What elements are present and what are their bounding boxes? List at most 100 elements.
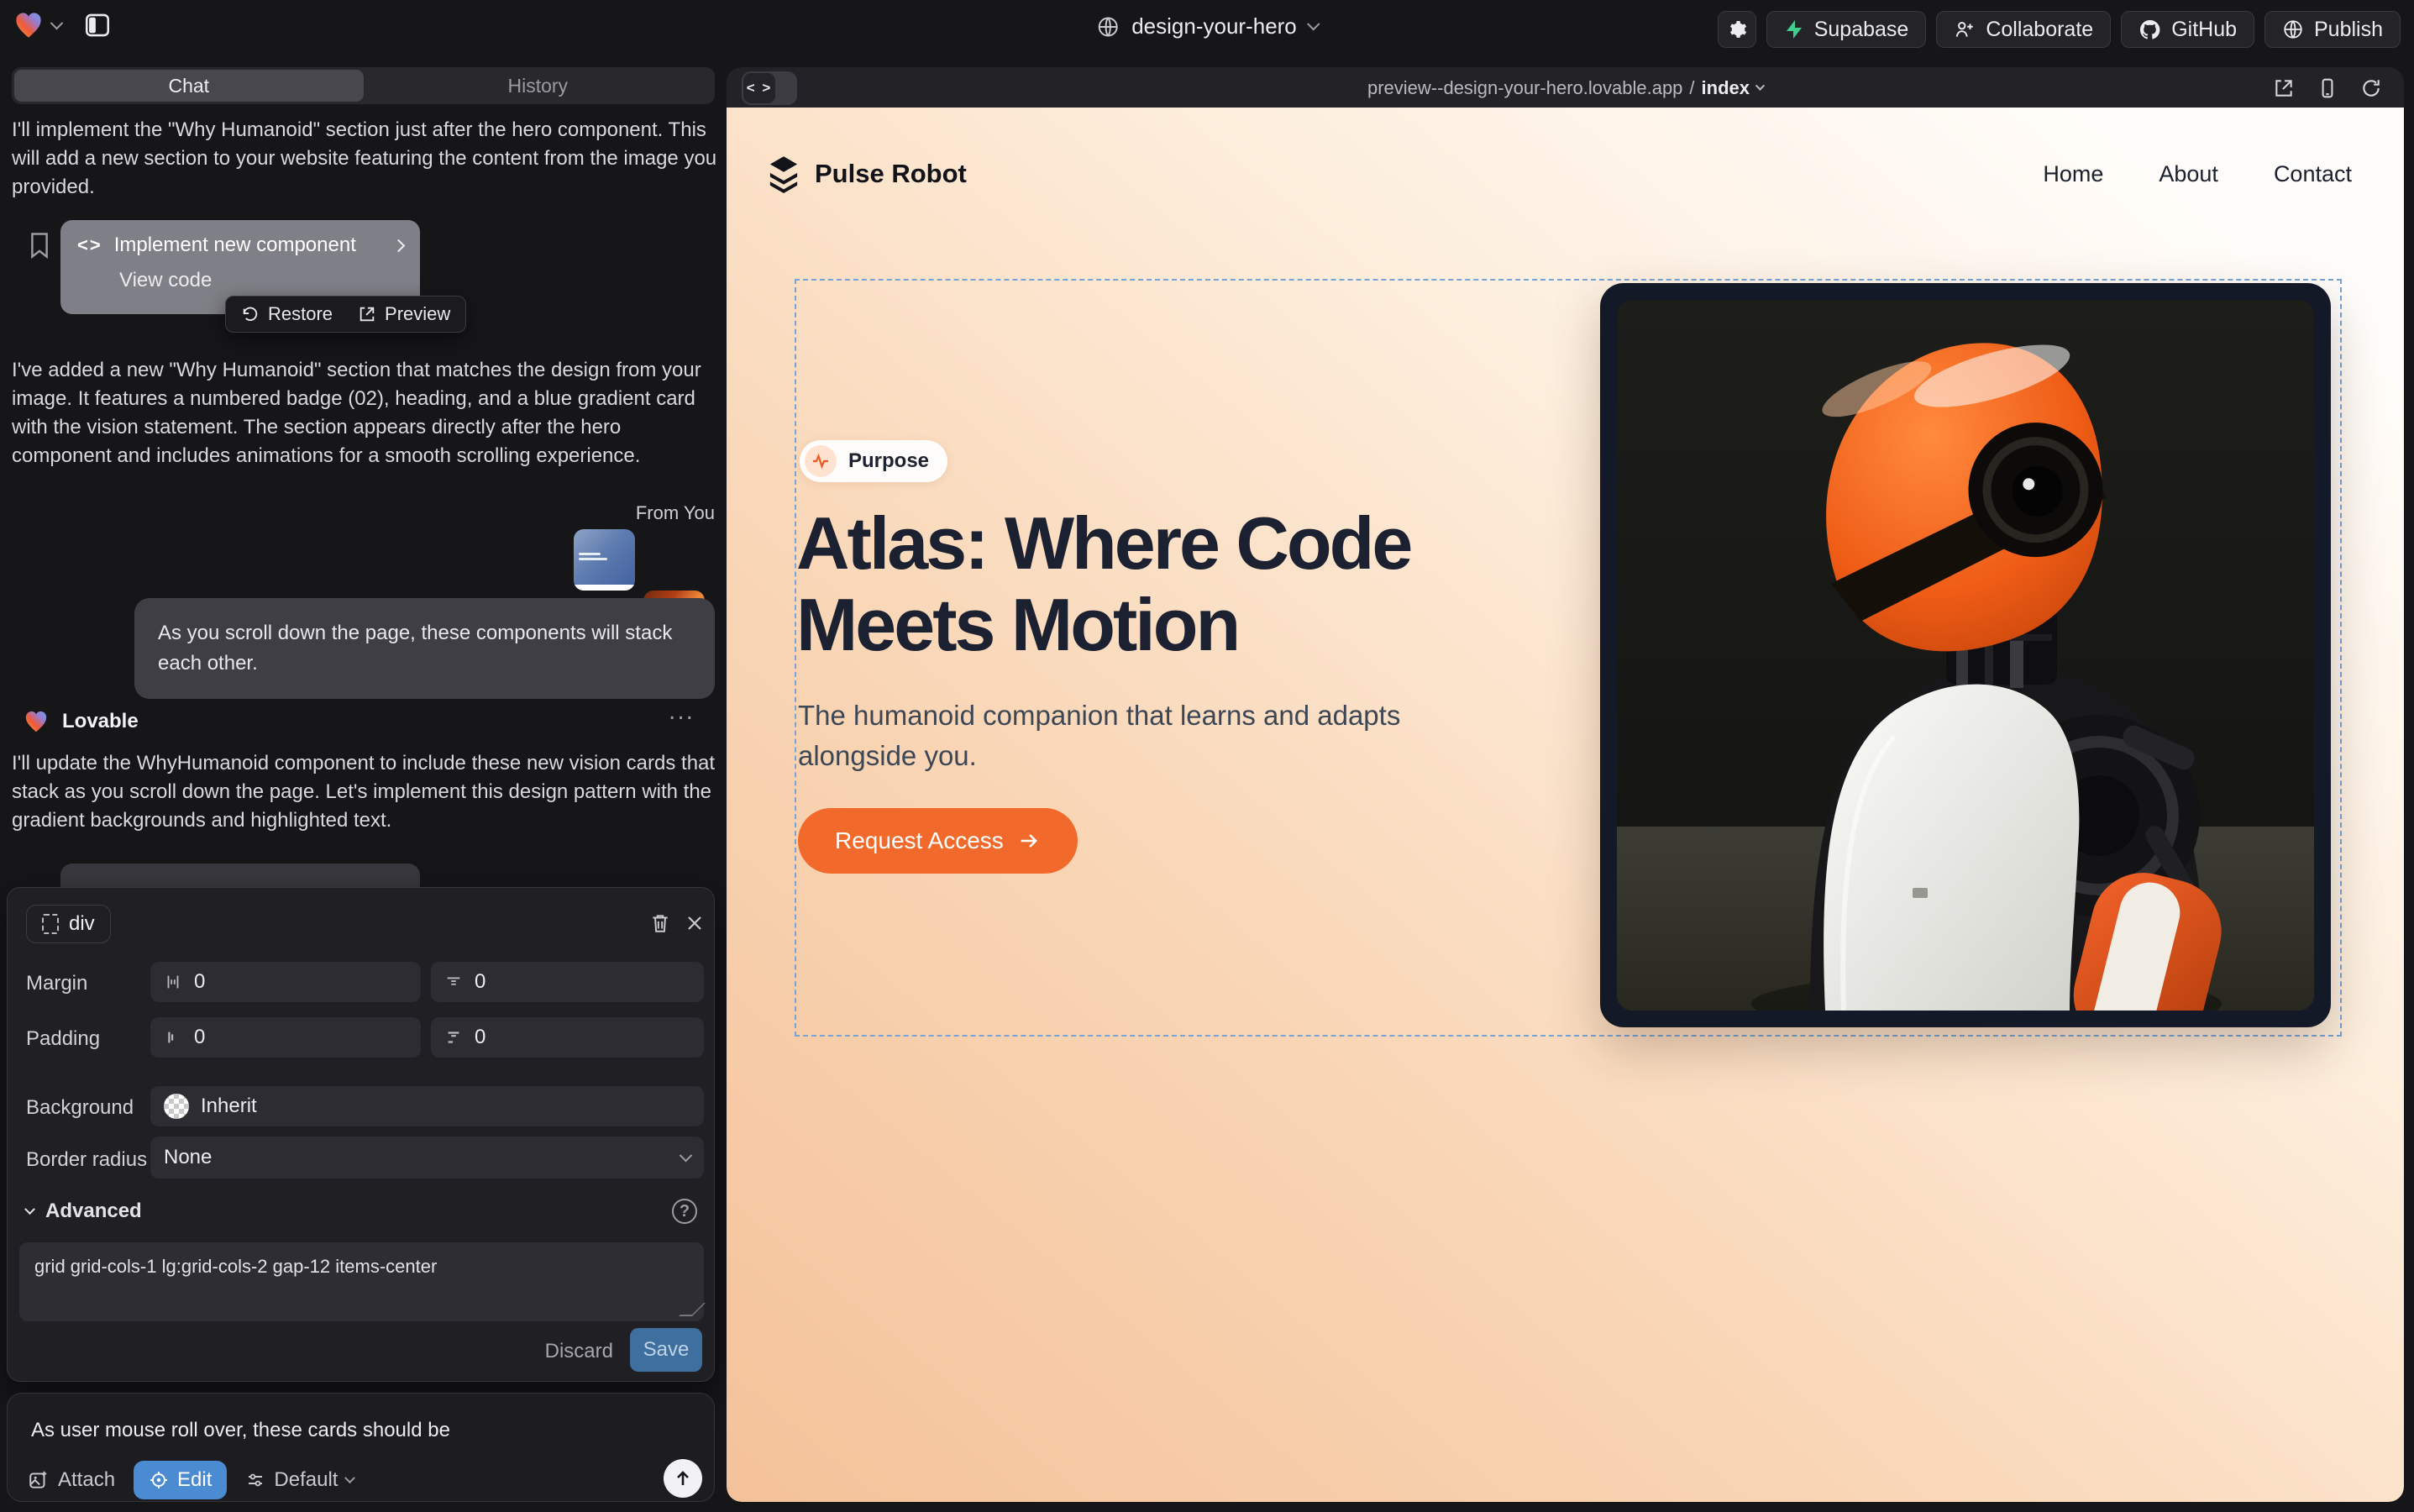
- bookmark-icon[interactable]: [29, 232, 50, 259]
- pulse-robot-logo-icon: [766, 155, 801, 193]
- request-access-button[interactable]: Request Access: [798, 808, 1078, 874]
- margin-y-value: 0: [475, 970, 485, 994]
- assistant-message-1: I'll implement the "Why Humanoid" sectio…: [12, 116, 719, 202]
- github-button[interactable]: GitHub: [2121, 11, 2254, 48]
- border-radius-label: Border radius: [26, 1148, 147, 1172]
- refresh-icon[interactable]: [2360, 77, 2382, 99]
- request-access-label: Request Access: [835, 827, 1004, 854]
- dashed-element-icon: [42, 914, 59, 934]
- project-name: design-your-hero: [1131, 13, 1297, 39]
- padding-vertical-icon: [444, 1028, 463, 1047]
- tailwind-classes-textarea[interactable]: grid grid-cols-1 lg:grid-cols-2 gap-12 i…: [19, 1242, 704, 1321]
- assistant-header: Lovable: [24, 709, 139, 734]
- robot-image: [1617, 300, 2314, 1011]
- publish-globe-icon: [2282, 18, 2304, 40]
- trash-icon[interactable]: [649, 911, 671, 935]
- send-button[interactable]: [664, 1459, 702, 1498]
- close-icon[interactable]: [685, 913, 705, 933]
- attachment-thumbnail-blue[interactable]: [574, 529, 635, 591]
- transparency-swatch-icon: [164, 1094, 189, 1119]
- padding-y-field[interactable]: 0: [431, 1017, 704, 1058]
- sidebar-toggle-icon[interactable]: [83, 11, 112, 39]
- model-selector[interactable]: Default: [245, 1468, 354, 1492]
- restore-button[interactable]: Restore: [241, 303, 333, 325]
- nav-contact[interactable]: Contact: [2274, 161, 2352, 187]
- padding-horizontal-icon: [164, 1028, 182, 1047]
- assistant-message-2: I've added a new "Why Humanoid" section …: [12, 356, 719, 470]
- site-nav: Home About Contact: [2043, 161, 2352, 187]
- preview-url-separator: /: [1689, 77, 1694, 99]
- publish-label: Publish: [2314, 18, 2383, 42]
- view-code-link[interactable]: View code: [119, 269, 403, 292]
- border-radius-select[interactable]: None: [150, 1137, 704, 1179]
- mobile-view-icon[interactable]: [2317, 77, 2338, 99]
- edit-mode-button[interactable]: Edit: [134, 1461, 227, 1499]
- padding-y-value: 0: [475, 1026, 485, 1049]
- margin-y-field[interactable]: 0: [431, 962, 704, 1002]
- lovable-app: design-your-hero Supabase Collaborate Gi…: [0, 0, 2414, 1512]
- selected-element-chip[interactable]: div: [26, 905, 111, 943]
- project-switcher[interactable]: design-your-hero: [1096, 13, 1318, 39]
- collaborate-button[interactable]: Collaborate: [1936, 11, 2111, 48]
- sliders-icon: [245, 1470, 265, 1490]
- preview-button[interactable]: Preview: [358, 303, 450, 325]
- topbar-actions: Supabase Collaborate GitHub Publish: [1718, 11, 2401, 48]
- user-plus-icon: [1954, 18, 1976, 40]
- advanced-section-toggle[interactable]: Advanced ?: [26, 1199, 697, 1224]
- open-external-icon[interactable]: [2273, 77, 2295, 99]
- preview-url[interactable]: preview--design-your-hero.lovable.app / …: [1367, 77, 1763, 99]
- settings-button[interactable]: [1718, 11, 1756, 48]
- workspace-chevron-icon[interactable]: [50, 16, 64, 29]
- element-inspector-panel: div Margin 0 0 Padding 0 0 Background: [7, 887, 715, 1382]
- purpose-badge: Purpose: [800, 440, 947, 482]
- margin-x-field[interactable]: 0: [150, 962, 421, 1002]
- supabase-icon: [1784, 18, 1804, 40]
- preview-toolbar: < > preview--design-your-hero.lovable.ap…: [727, 67, 2404, 108]
- preview-panel: < > preview--design-your-hero.lovable.ap…: [727, 67, 2404, 1502]
- margin-vertical-icon: [444, 973, 463, 991]
- code-view-toggle[interactable]: < >: [742, 71, 797, 105]
- mode-chevron-icon: [345, 1473, 356, 1483]
- arrow-up-icon: [673, 1468, 693, 1488]
- help-icon[interactable]: ?: [672, 1199, 697, 1224]
- margin-horizontal-icon: [164, 973, 182, 991]
- background-label: Background: [26, 1096, 134, 1120]
- lovable-logo-icon[interactable]: [13, 10, 44, 40]
- resize-handle[interactable]: [679, 1303, 706, 1316]
- message-menu-button[interactable]: ...: [669, 697, 695, 726]
- nav-about[interactable]: About: [2159, 161, 2218, 187]
- preview-label: Preview: [385, 303, 450, 325]
- attach-button[interactable]: Attach: [28, 1468, 115, 1492]
- assistant-name: Lovable: [62, 710, 139, 733]
- tab-chat[interactable]: Chat: [14, 70, 364, 102]
- supabase-button[interactable]: Supabase: [1766, 11, 1927, 48]
- preview-url-page: index: [1702, 77, 1750, 99]
- background-value: Inherit: [201, 1095, 257, 1118]
- lovable-heart-icon: [24, 709, 49, 734]
- project-chevron-icon: [1307, 18, 1320, 31]
- background-field[interactable]: Inherit: [150, 1086, 704, 1126]
- site-brand-name: Pulse Robot: [815, 159, 967, 189]
- github-label: GitHub: [2171, 18, 2237, 42]
- restore-preview-popover: Restore Preview: [225, 296, 466, 333]
- padding-label: Padding: [26, 1027, 100, 1051]
- publish-button[interactable]: Publish: [2264, 11, 2401, 48]
- save-button[interactable]: Save: [630, 1328, 702, 1372]
- site-brand[interactable]: Pulse Robot: [766, 155, 967, 193]
- advanced-label: Advanced: [45, 1200, 142, 1223]
- edit-label: Edit: [177, 1468, 212, 1492]
- selected-element-tag: div: [69, 912, 95, 936]
- purpose-badge-label: Purpose: [848, 449, 929, 473]
- card-chevron-right-icon: [392, 239, 406, 252]
- tab-history[interactable]: History: [364, 70, 713, 102]
- border-radius-value: None: [164, 1146, 212, 1169]
- external-link-icon: [358, 305, 376, 323]
- site-preview: Pulse Robot Home About Contact Purpose A…: [727, 108, 2404, 1502]
- nav-home[interactable]: Home: [2043, 161, 2103, 187]
- padding-x-field[interactable]: 0: [150, 1017, 421, 1058]
- composer-input[interactable]: As user mouse roll over, these cards sho…: [31, 1419, 450, 1442]
- arrow-right-icon: [1017, 829, 1041, 853]
- chat-composer[interactable]: As user mouse roll over, these cards sho…: [7, 1393, 715, 1502]
- discard-button[interactable]: Discard: [545, 1340, 613, 1363]
- preview-url-host: preview--design-your-hero.lovable.app: [1367, 77, 1682, 99]
